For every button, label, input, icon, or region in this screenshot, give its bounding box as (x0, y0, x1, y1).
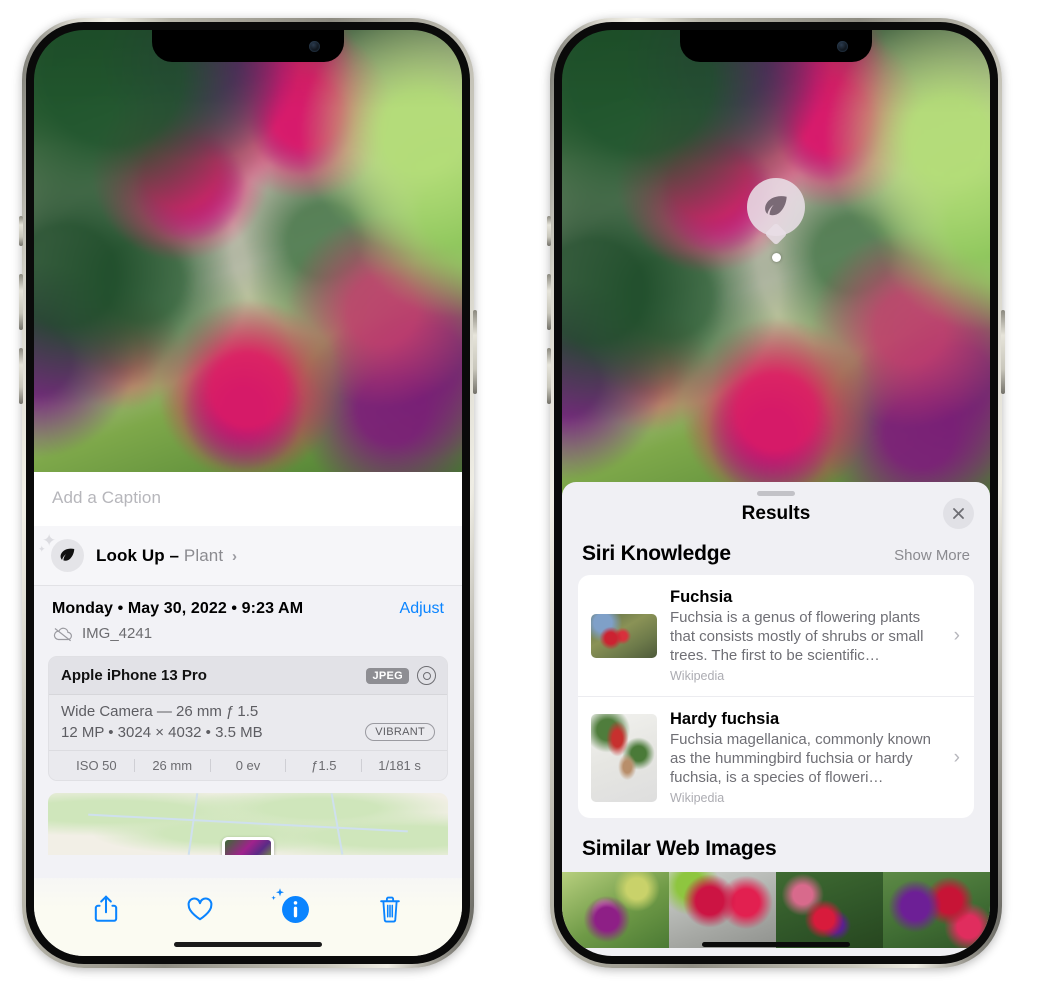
volume-up-button[interactable] (19, 274, 23, 330)
left-phone: Add a Caption ✦ ✦ Look Up – Plant › Mond… (19, 18, 477, 968)
similar-web-images-header: Similar Web Images (562, 818, 990, 870)
exif-stat-iso: ISO 50 (76, 758, 117, 773)
knowledge-title: Hardy fuchsia (670, 710, 780, 728)
show-more-button[interactable]: Show More (894, 547, 970, 564)
info-button[interactable] (271, 887, 310, 924)
filename: IMG_4241 (82, 625, 153, 642)
metadata-block: Monday • May 30, 2022 • 9:23 AM Adjust I… (34, 586, 462, 652)
map-road (187, 793, 199, 855)
look-up-label: Look Up – Plant › (96, 546, 237, 566)
lens-info: Wide Camera — 26 mm ƒ 1.5 (61, 703, 259, 720)
mute-switch[interactable] (547, 216, 551, 246)
location-map[interactable] (48, 793, 448, 855)
knowledge-source: Wikipedia (670, 669, 725, 683)
chevron-right-icon: › (953, 746, 960, 768)
favorite-button[interactable] (186, 896, 214, 922)
knowledge-body: Fuchsia Fuchsia is a genus of flowering … (670, 588, 941, 683)
style-badge: VIBRANT (365, 723, 435, 741)
capture-date: Monday • May 30, 2022 • 9:23 AM (52, 600, 304, 617)
right-phone-screen: Results Siri Knowledge Show More Fuchsia… (562, 30, 990, 956)
exif-header: Apple iPhone 13 Pro JPEG (49, 657, 447, 695)
right-phone: Results Siri Knowledge Show More Fuchsia… (547, 18, 1005, 968)
metadata-date-row: Monday • May 30, 2022 • 9:23 AM Adjust (52, 600, 444, 618)
web-image-thumbnail[interactable] (776, 872, 883, 948)
home-indicator[interactable] (702, 942, 850, 947)
photo-vignette (562, 30, 990, 500)
siri-knowledge-list: Fuchsia Fuchsia is a genus of flowering … (578, 575, 974, 818)
delete-button[interactable] (377, 895, 403, 924)
close-icon (953, 508, 964, 519)
power-button[interactable] (473, 310, 477, 394)
look-up-subject: Plant (183, 545, 224, 565)
leaf-icon (747, 178, 805, 236)
exif-stat-ev: 0 ev (235, 758, 261, 773)
share-button[interactable] (93, 894, 119, 924)
aperture-icon (417, 666, 436, 685)
close-button[interactable] (943, 498, 974, 529)
knowledge-description: Fuchsia magellanica, commonly known as t… (670, 731, 931, 786)
volume-up-button[interactable] (547, 274, 551, 330)
volume-down-button[interactable] (547, 348, 551, 404)
photo-info-sheet: Add a Caption ✦ ✦ Look Up – Plant › Mond… (34, 472, 462, 956)
photo-viewer[interactable] (34, 30, 462, 472)
exif-stat-focal: 26 mm (152, 758, 193, 773)
volume-down-button[interactable] (19, 348, 23, 404)
map-road (330, 793, 344, 855)
knowledge-body: Hardy fuchsia Fuchsia magellanica, commo… (670, 710, 941, 805)
knowledge-title: Fuchsia (670, 588, 733, 606)
knowledge-source: Wikipedia (670, 791, 725, 805)
map-road (88, 813, 408, 832)
mute-switch[interactable] (19, 216, 23, 246)
photo-vignette (34, 30, 462, 472)
front-camera-icon (837, 41, 848, 52)
similar-web-images-title: Similar Web Images (582, 837, 777, 860)
chevron-right-icon: › (953, 624, 960, 646)
left-phone-screen: Add a Caption ✦ ✦ Look Up – Plant › Mond… (34, 30, 462, 956)
list-item[interactable]: Fuchsia Fuchsia is a genus of flowering … (578, 575, 974, 696)
home-indicator[interactable] (174, 942, 322, 947)
sheet-title: Results (741, 503, 811, 524)
look-up-row[interactable]: ✦ ✦ Look Up – Plant › (34, 526, 462, 586)
sparkle-icon (270, 887, 286, 903)
caption-input[interactable]: Add a Caption (34, 472, 462, 526)
visual-look-up-pin[interactable] (747, 178, 805, 262)
knowledge-thumbnail (591, 613, 657, 658)
exif-stat-shutter: 1/181 s (378, 758, 421, 773)
knowledge-thumbnail (591, 713, 657, 802)
look-up-text: Look Up – (96, 545, 180, 565)
siri-knowledge-header: Siri Knowledge Show More (562, 539, 990, 575)
results-sheet: Results Siri Knowledge Show More Fuchsia… (562, 482, 990, 956)
size-row: 12 MP • 3024 × 4032 • 3.5 MB VIBRANT (61, 723, 435, 741)
similar-web-images-strip (562, 872, 990, 948)
front-camera-icon (309, 41, 320, 52)
sparkle-icon-small: ✦ (38, 544, 46, 554)
adjust-button[interactable]: Adjust (400, 600, 444, 618)
web-image-thumbnail[interactable] (562, 872, 669, 948)
leaf-icon: ✦ ✦ (38, 532, 84, 572)
subject-dot (771, 253, 781, 262)
format-badge: JPEG (366, 667, 409, 684)
list-item[interactable]: Hardy fuchsia Fuchsia magellanica, commo… (578, 696, 974, 818)
camera-device: Apple iPhone 13 Pro (61, 667, 207, 684)
siri-knowledge-title: Siri Knowledge (582, 542, 731, 565)
notch (680, 30, 872, 62)
power-button[interactable] (1001, 310, 1005, 394)
screenshot-stage: Add a Caption ✦ ✦ Look Up – Plant › Mond… (0, 0, 1055, 985)
knowledge-description: Fuchsia is a genus of flowering plants t… (670, 609, 924, 664)
results-header: Results (562, 496, 990, 539)
photo-viewer[interactable] (562, 30, 990, 500)
exif-stat-aperture: ƒ1.5 (311, 758, 337, 773)
chevron-right-icon: › (231, 547, 238, 565)
cloud-slash-icon (53, 627, 72, 641)
web-image-thumbnail[interactable] (669, 872, 776, 948)
image-size-info: 12 MP • 3024 × 4032 • 3.5 MB (61, 723, 263, 741)
exif-stats: ISO 50 26 mm 0 ev ƒ1.5 1/181 s (49, 750, 447, 780)
metadata-file-row: IMG_4241 (52, 625, 444, 642)
exif-card[interactable]: Apple iPhone 13 Pro JPEG Wide Camera — 2… (48, 656, 448, 781)
exif-body: Wide Camera — 26 mm ƒ 1.5 12 MP • 3024 ×… (49, 695, 447, 750)
web-image-thumbnail[interactable] (883, 872, 990, 948)
exif-header-badges: JPEG (366, 666, 436, 685)
map-photo-pin (222, 837, 274, 855)
notch (152, 30, 344, 62)
